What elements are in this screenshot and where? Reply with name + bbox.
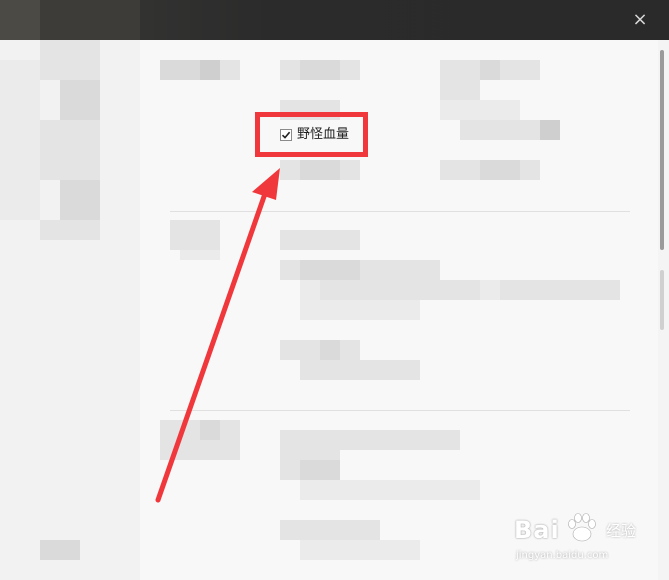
baidu-watermark: Bai 经验 jingyan.baidu.com	[514, 506, 664, 576]
watermark-url: jingyan.baidu.com	[516, 550, 609, 561]
annotation-arrow	[155, 168, 280, 503]
settings-window: × 野怪血量 Bai 经验 jingyan.baidu.com	[0, 0, 669, 580]
watermark-suffix: 经验	[606, 522, 637, 540]
watermark-brand: Bai	[514, 516, 560, 544]
paw-icon	[568, 513, 596, 542]
